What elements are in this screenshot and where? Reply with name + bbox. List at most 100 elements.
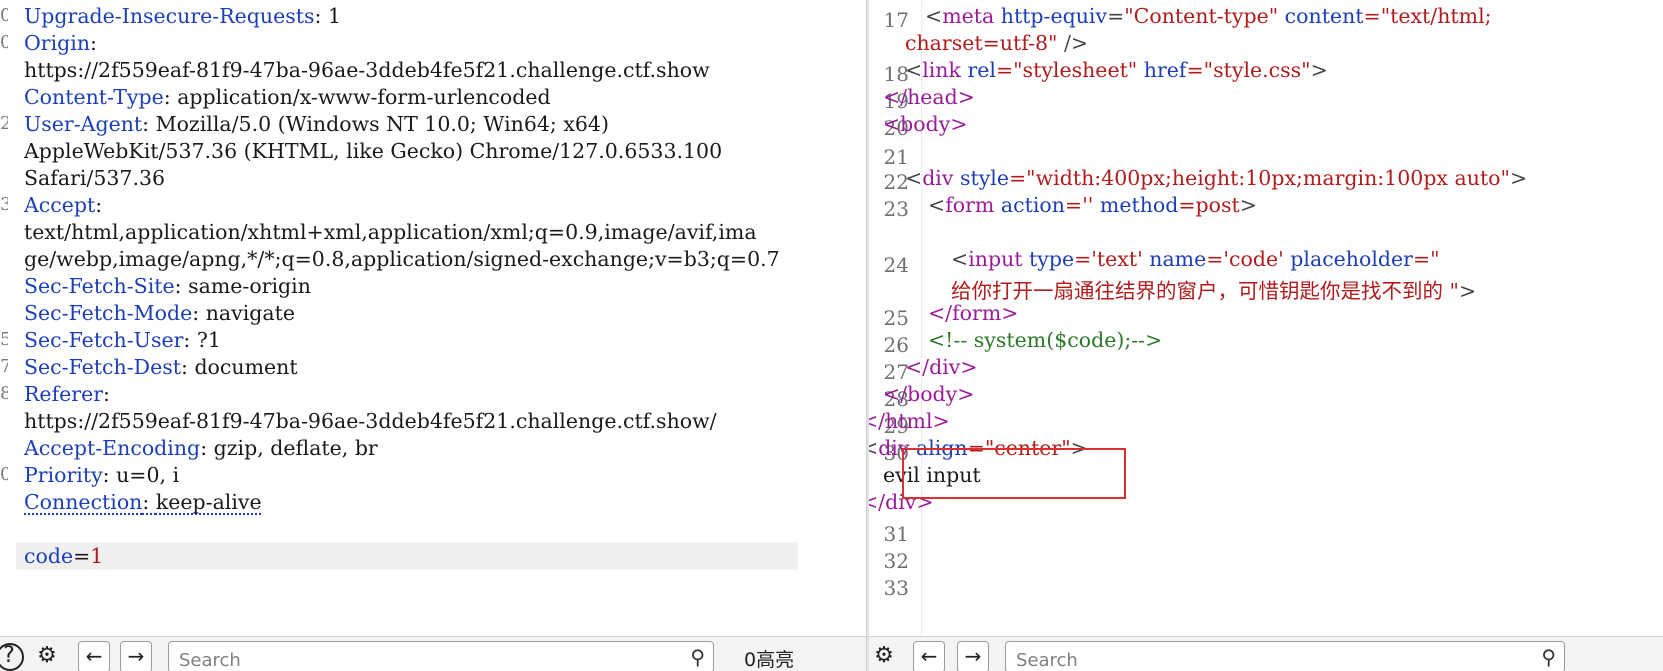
- attr-name: href: [1137, 58, 1187, 82]
- request-search-box[interactable]: ⚲: [168, 641, 714, 671]
- attr-value: ='text': [1074, 247, 1143, 271]
- forward-button[interactable]: →: [120, 641, 152, 671]
- request-line: 8 Referer:: [0, 380, 866, 408]
- response-toolbar: ? ⚙ ← → ⚲: [869, 636, 1663, 671]
- line-number: 23: [883, 197, 909, 221]
- punct: >: [1310, 58, 1328, 82]
- request-line: ge/webp,image/apng,*/*;q=0.8,application…: [0, 245, 866, 273]
- question-icon[interactable]: ?: [0, 643, 24, 671]
- header-value: https://2f559eaf-81f9-47ba-96ae-3ddeb4fe…: [24, 58, 710, 82]
- gutter-mark: 0: [0, 32, 8, 53]
- header-value: Mozilla/5.0 (Windows NT 10.0; Win64; x64…: [155, 112, 609, 136]
- header-name: Content-Type: [24, 85, 164, 109]
- header-value: document: [194, 355, 298, 379]
- response-search-box[interactable]: ⚲: [1005, 641, 1565, 671]
- request-line: 7 Sec-Fetch-Dest: document: [0, 353, 866, 381]
- code-line-24: <input type='text' name='code' placehold…: [951, 247, 1440, 271]
- punct: >: [1509, 166, 1528, 190]
- request-body-line[interactable]: code=1: [16, 542, 798, 570]
- request-line: Sec-Fetch-Mode: navigate: [0, 299, 866, 327]
- header-name: Sec-Fetch-Dest: [24, 355, 181, 379]
- tag-name: input: [968, 247, 1023, 271]
- attr-value: "Content-type": [1124, 4, 1279, 28]
- request-line: 0 Upgrade-Insecure-Requests: 1: [0, 2, 866, 30]
- code-line-20: <body>: [883, 112, 968, 136]
- header-value: ge/webp,image/apng,*/*;q=0.8,application…: [24, 247, 780, 271]
- header-sep: :: [90, 31, 97, 55]
- code-line-28: </body>: [883, 382, 975, 406]
- search-input[interactable]: [1006, 642, 1564, 671]
- attr-name: http-equiv: [994, 4, 1108, 28]
- attr-name: type: [1022, 247, 1075, 271]
- line-number: 17: [883, 8, 909, 32]
- attr-value: ='code': [1206, 247, 1284, 271]
- body-param-eq: =: [73, 544, 91, 568]
- request-line: Accept-Encoding: gzip, deflate, br: [0, 434, 866, 462]
- header-value: Safari/537.36: [24, 166, 166, 190]
- code-line-29: </html>: [869, 409, 950, 433]
- line-number: 31: [883, 522, 909, 546]
- placeholder-text: 给你打开一扇通往结界的窗户，可惜钥匙你是找不到的 ": [951, 279, 1459, 303]
- header-sep: :: [192, 301, 206, 325]
- request-line: Sec-Fetch-Site: same-origin: [0, 272, 866, 300]
- header-name: Connection: [24, 490, 143, 514]
- punct: <: [951, 247, 969, 271]
- header-sep: :: [102, 463, 117, 487]
- gear-icon[interactable]: ⚙: [871, 643, 897, 669]
- gutter-mark: 3: [0, 194, 8, 215]
- punct: />: [1057, 31, 1089, 55]
- annotation-highlight-box: [902, 448, 1126, 499]
- header-value: same-origin: [188, 274, 311, 298]
- punct: >: [1458, 279, 1477, 303]
- search-input[interactable]: [169, 642, 713, 671]
- header-name: Sec-Fetch-Mode: [24, 301, 193, 325]
- attr-name: rel: [960, 58, 996, 82]
- line-number: 21: [883, 145, 909, 169]
- request-line: https://2f559eaf-81f9-47ba-96ae-3ddeb4fe…: [0, 407, 866, 435]
- header-sep: :: [95, 193, 103, 217]
- header-value: application/x-www-form-urlencoded: [177, 85, 551, 109]
- punct: <: [869, 436, 879, 460]
- header-sep: :: [163, 85, 178, 109]
- gear-icon[interactable]: ⚙: [34, 643, 60, 669]
- gutter-mark: 5: [0, 329, 8, 350]
- line-number: 25: [883, 306, 909, 330]
- request-line: Content-Type: application/x-www-form-url…: [0, 83, 866, 111]
- gutter-mark: 0: [0, 464, 8, 485]
- search-icon[interactable]: ⚲: [1541, 645, 1556, 669]
- tag-name: link: [922, 58, 961, 82]
- request-line: Connection: keep-alive: [0, 488, 866, 516]
- response-viewer[interactable]: 17 <meta http-equiv="Content-type" conte…: [869, 0, 1663, 671]
- gutter-mark: 0: [0, 5, 8, 26]
- code-line-19: </head>: [883, 85, 975, 109]
- header-sep: :: [181, 355, 195, 379]
- request-editor[interactable]: 0 Upgrade-Insecure-Requests: 1 0 Origin: h…: [0, 0, 866, 671]
- gutter-mark: 2: [0, 113, 8, 134]
- header-value: AppleWebKit/537.36 (KHTML, like Gecko) C…: [24, 139, 723, 163]
- attr-name: style: [953, 166, 1009, 190]
- request-line: 0 Origin:: [0, 29, 866, 57]
- code-line-22: <div style="width:400px;height:10px;marg…: [905, 166, 1527, 190]
- back-button[interactable]: ←: [913, 641, 945, 671]
- highlight-count: 0高亮: [744, 649, 795, 671]
- back-button[interactable]: ←: [78, 641, 110, 671]
- gutter-mark: 8: [0, 383, 8, 404]
- header-name: User-Agent: [24, 112, 143, 136]
- attr-value: =": [1412, 247, 1440, 271]
- line-number: 33: [883, 576, 909, 600]
- attr-name: method: [1093, 193, 1179, 217]
- request-line: 0 Priority: u=0, i: [0, 461, 866, 489]
- request-line: 5 Sec-Fetch-User: ?1: [0, 326, 866, 354]
- code-line-17-wrap: charset=utf-8" />: [905, 31, 1088, 55]
- search-icon[interactable]: ⚲: [690, 645, 705, 669]
- attr-name: placeholder: [1283, 247, 1413, 271]
- attr-value: ="text/html;: [1363, 4, 1492, 28]
- punct: <: [925, 4, 943, 28]
- attr-value: =post: [1178, 193, 1240, 217]
- header-sep: :: [103, 382, 110, 406]
- request-line: Safari/537.36: [0, 164, 866, 192]
- attr-name: action: [994, 193, 1065, 217]
- header-value: ?1: [196, 328, 221, 352]
- forward-button[interactable]: →: [957, 641, 989, 671]
- attr-value: ='': [1064, 193, 1094, 217]
